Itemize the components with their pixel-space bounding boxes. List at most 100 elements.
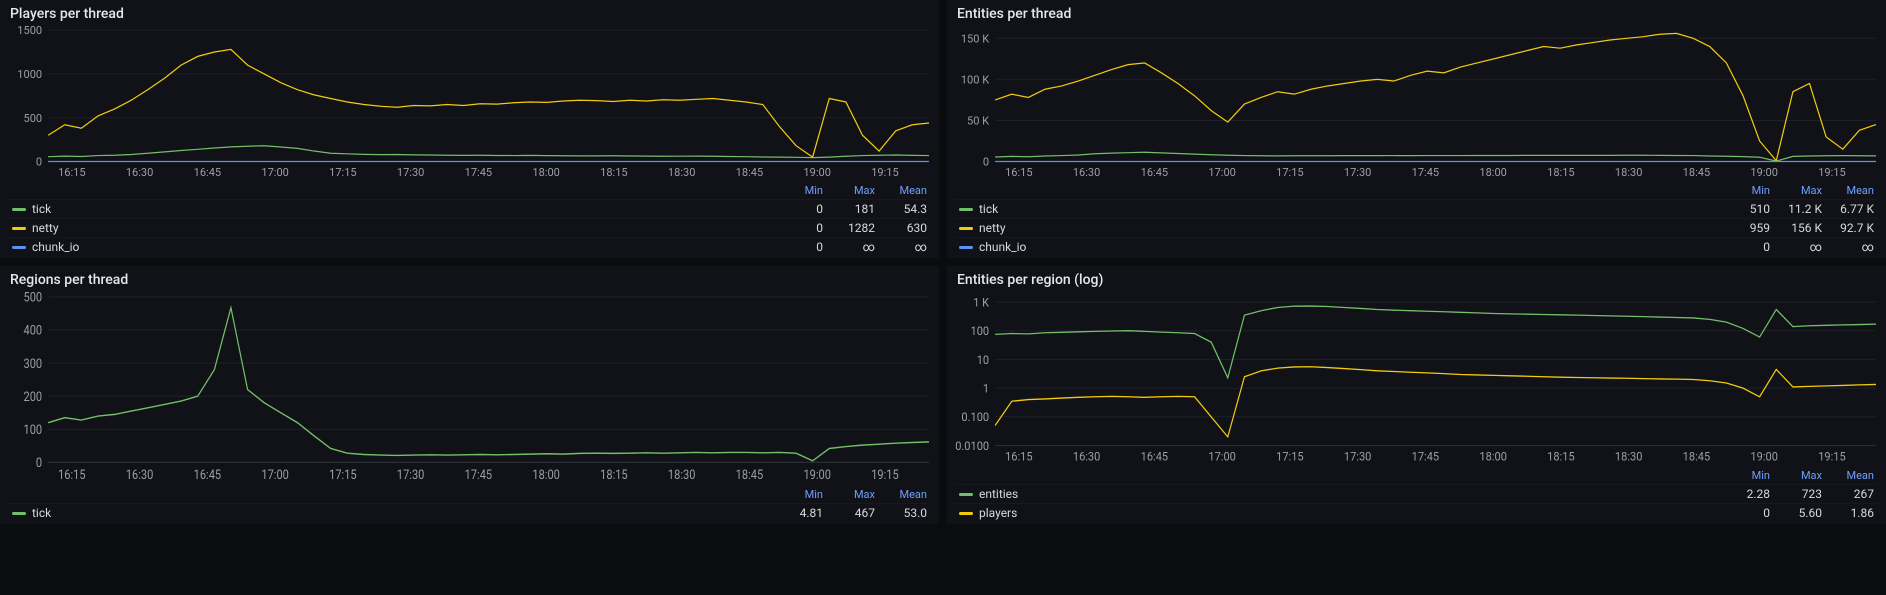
legend-header-max[interactable]: Max <box>1770 184 1822 197</box>
legend-row-tick[interactable]: tick51011.2 K6.77 K <box>955 199 1878 218</box>
legend-swatch <box>959 493 973 496</box>
svg-text:19:00: 19:00 <box>1750 166 1777 179</box>
svg-text:17:00: 17:00 <box>1208 166 1235 179</box>
svg-text:17:45: 17:45 <box>465 166 492 179</box>
legend-max: 11.2 K <box>1770 202 1822 216</box>
legend-header-max[interactable]: Max <box>823 184 875 197</box>
legend-header: MinMaxMean <box>8 486 931 503</box>
legend-label: tick <box>32 506 771 520</box>
legend-header-mean[interactable]: Mean <box>875 184 927 197</box>
svg-text:18:15: 18:15 <box>600 467 628 482</box>
legend-label: entities <box>979 487 1718 501</box>
svg-text:16:30: 16:30 <box>1073 166 1100 179</box>
svg-text:17:45: 17:45 <box>465 467 493 482</box>
legend-label: players <box>979 506 1718 520</box>
legend-header-max[interactable]: Max <box>823 488 875 501</box>
svg-text:150 K: 150 K <box>961 32 989 45</box>
svg-text:500: 500 <box>24 112 43 125</box>
legend-min: 4.81 <box>771 506 823 520</box>
legend-max: 1282 <box>823 221 875 235</box>
legend-row-tick[interactable]: tick018154.3 <box>8 199 931 218</box>
legend-swatch <box>959 208 973 211</box>
legend-header: MinMaxMean <box>8 182 931 199</box>
svg-text:18:45: 18:45 <box>1683 166 1710 179</box>
svg-text:0: 0 <box>36 455 42 470</box>
legend-swatch <box>12 512 26 515</box>
panel-regions_per_thread[interactable]: Regions per thread010020030040050016:151… <box>0 266 939 524</box>
series-line-entities <box>995 306 1876 378</box>
legend-row-netty[interactable]: netty959156 K92.7 K <box>955 218 1878 237</box>
chart-area[interactable]: 010020030040050016:1516:3016:4517:0017:1… <box>6 292 933 484</box>
legend-mean: 54.3 <box>875 202 927 216</box>
svg-text:18:45: 18:45 <box>736 166 763 179</box>
legend-header-min[interactable]: Min <box>771 184 823 197</box>
legend-row-chunk_io[interactable]: chunk_io0∞∞ <box>955 237 1878 256</box>
legend-header-min[interactable]: Min <box>1718 184 1770 197</box>
svg-text:1000: 1000 <box>17 68 42 81</box>
panel-players_per_thread[interactable]: Players per thread05001000150016:1516:30… <box>0 0 939 258</box>
svg-text:16:15: 16:15 <box>1005 449 1032 464</box>
legend-row-netty[interactable]: netty01282630 <box>8 218 931 237</box>
legend-max: 723 <box>1770 487 1822 501</box>
legend-label: chunk_io <box>32 240 771 254</box>
legend-row-chunk_io[interactable]: chunk_io0∞∞ <box>8 237 931 256</box>
legend-max: 5.60 <box>1770 506 1822 520</box>
chart-area[interactable]: 0.01000.1001101001 K16:1516:3016:4517:00… <box>953 292 1880 465</box>
svg-text:17:00: 17:00 <box>261 467 289 482</box>
legend-min: 510 <box>1718 202 1770 216</box>
legend-header-mean[interactable]: Mean <box>1822 184 1874 197</box>
legend-mean: 1.86 <box>1822 506 1874 520</box>
svg-text:16:30: 16:30 <box>1073 449 1100 464</box>
legend-header: MinMaxMean <box>955 182 1878 199</box>
svg-text:18:00: 18:00 <box>532 166 559 179</box>
legend-min: 0 <box>1718 240 1770 254</box>
legend-header-min[interactable]: Min <box>771 488 823 501</box>
legend-header-max[interactable]: Max <box>1770 469 1822 482</box>
legend-max: 467 <box>823 506 875 520</box>
svg-text:17:30: 17:30 <box>1344 166 1371 179</box>
chart-area[interactable]: 05001000150016:1516:3016:4517:0017:1517:… <box>6 26 933 180</box>
legend-row-players[interactable]: players05.601.86 <box>955 503 1878 522</box>
legend-mean: 92.7 K <box>1822 221 1874 235</box>
legend-mean: 267 <box>1822 487 1874 501</box>
svg-text:16:15: 16:15 <box>58 467 86 482</box>
legend-swatch <box>959 227 973 230</box>
legend: MinMaxMeanentities2.28723267players05.60… <box>947 465 1886 524</box>
legend-min: 2.28 <box>1718 487 1770 501</box>
svg-text:18:30: 18:30 <box>1615 449 1642 464</box>
panel-entities_per_thread[interactable]: Entities per thread050 K100 K150 K16:151… <box>947 0 1886 258</box>
svg-text:1 K: 1 K <box>973 295 990 310</box>
panel-entities_per_region_log[interactable]: Entities per region (log)0.01000.1001101… <box>947 266 1886 524</box>
svg-text:16:45: 16:45 <box>1141 166 1168 179</box>
legend-row-tick[interactable]: tick4.8146753.0 <box>8 503 931 522</box>
legend-min: 0 <box>771 221 823 235</box>
chart-area[interactable]: 050 K100 K150 K16:1516:3016:4517:0017:15… <box>953 26 1880 180</box>
legend: MinMaxMeantick018154.3netty01282630chunk… <box>0 180 939 258</box>
svg-text:19:00: 19:00 <box>803 166 830 179</box>
svg-text:18:00: 18:00 <box>532 467 560 482</box>
svg-text:18:15: 18:15 <box>600 166 627 179</box>
legend-header-mean[interactable]: Mean <box>1822 469 1874 482</box>
legend-header: MinMaxMean <box>955 467 1878 484</box>
svg-text:10: 10 <box>977 352 989 367</box>
svg-text:18:45: 18:45 <box>736 467 764 482</box>
svg-text:17:15: 17:15 <box>1276 166 1303 179</box>
svg-text:18:30: 18:30 <box>668 166 695 179</box>
legend-min: 0 <box>771 240 823 254</box>
svg-text:16:45: 16:45 <box>194 166 221 179</box>
legend-min: 959 <box>1718 221 1770 235</box>
svg-text:1500: 1500 <box>17 26 42 37</box>
svg-text:200: 200 <box>24 389 43 404</box>
svg-text:100: 100 <box>971 324 990 339</box>
legend-min: 0 <box>1718 506 1770 520</box>
svg-text:18:30: 18:30 <box>1615 166 1642 179</box>
legend-header-mean[interactable]: Mean <box>875 488 927 501</box>
legend-mean: ∞ <box>875 240 927 254</box>
legend-row-entities[interactable]: entities2.28723267 <box>955 484 1878 503</box>
legend-mean: 630 <box>875 221 927 235</box>
panel-title: Entities per thread <box>947 0 1886 26</box>
svg-text:19:15: 19:15 <box>1818 166 1845 179</box>
legend-mean: 53.0 <box>875 506 927 520</box>
svg-text:400: 400 <box>24 323 43 338</box>
legend-header-min[interactable]: Min <box>1718 469 1770 482</box>
